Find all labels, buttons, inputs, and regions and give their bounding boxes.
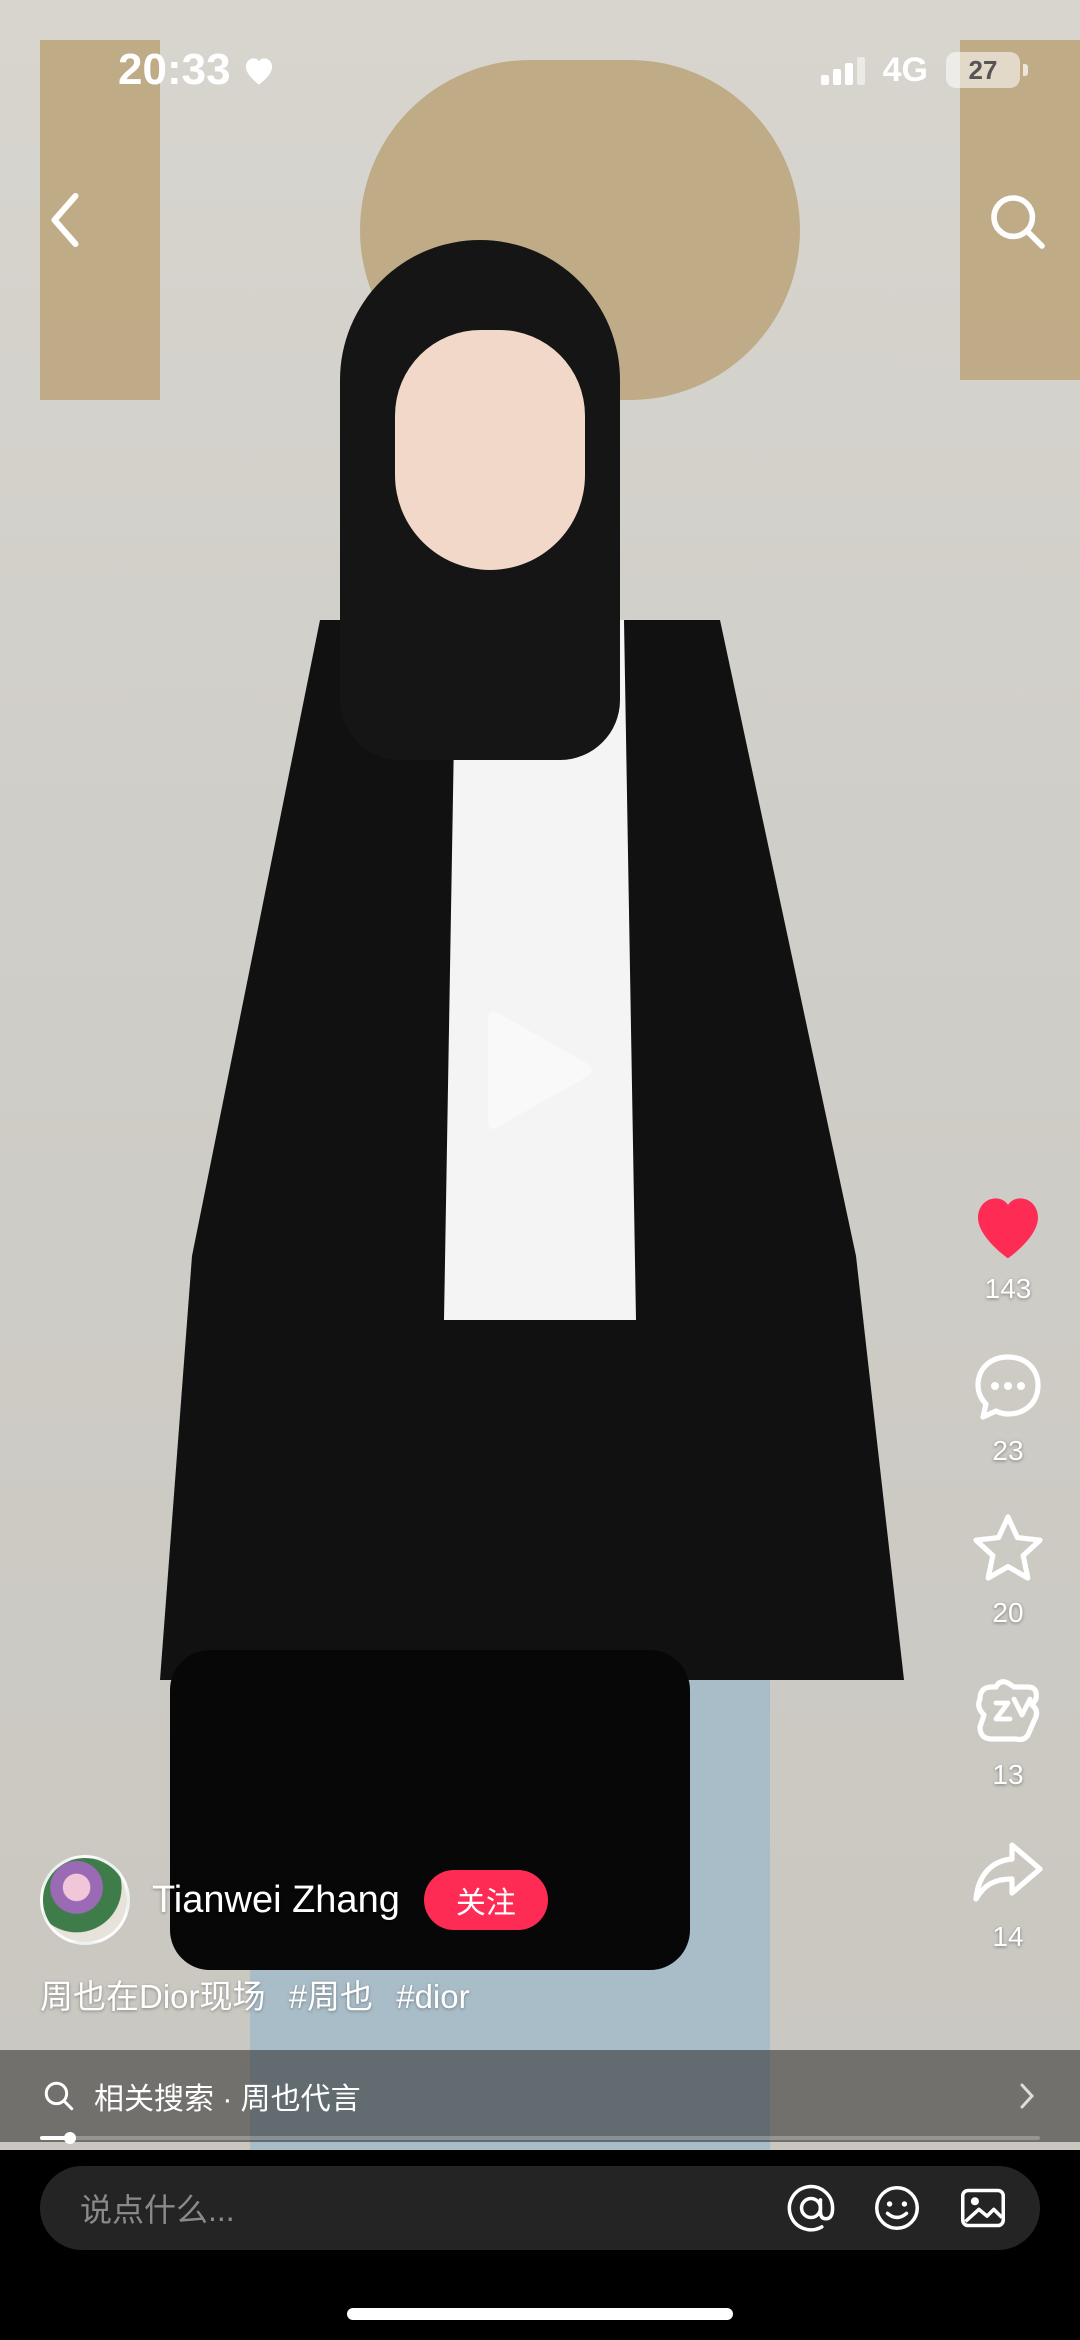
repost-icon: [976, 1679, 1040, 1743]
at-mention-icon[interactable]: [784, 2181, 838, 2235]
video-screen: 20:33 4G 27 143 23 20 13 14 Tianwei Zhan…: [0, 0, 1080, 2340]
author-name[interactable]: Tianwei Zhang: [152, 1879, 400, 1922]
action-bar: 143 23 20 13 14: [958, 1185, 1058, 1995]
home-indicator[interactable]: [347, 2308, 733, 2320]
comment-button[interactable]: 23: [968, 1347, 1048, 1467]
comment-area: 说点什么...: [0, 2150, 1080, 2340]
related-search-bar[interactable]: 相关搜索 · 周也代言: [0, 2050, 1080, 2142]
back-icon[interactable]: [40, 190, 90, 250]
clock: 20:33: [118, 45, 231, 94]
caption-text: 周也在Dior现场: [40, 1978, 266, 2015]
share-count: 14: [992, 1921, 1024, 1952]
image-icon[interactable]: [956, 2181, 1010, 2235]
comment-tools: [784, 2181, 1010, 2235]
comment-count: 23: [992, 1435, 1024, 1466]
video-progress-knob[interactable]: [64, 2132, 76, 2144]
emoji-icon[interactable]: [870, 2181, 924, 2235]
avatar[interactable]: [40, 1855, 130, 1945]
follow-button[interactable]: 关注: [423, 1870, 548, 1930]
comment-icon: [975, 1354, 1041, 1420]
search-icon: [44, 2081, 74, 2111]
like-button[interactable]: 143: [968, 1185, 1048, 1305]
status-time: 20:33: [118, 45, 277, 95]
battery-level: 27: [968, 54, 998, 85]
person-face: [395, 330, 585, 570]
star-icon: [973, 1514, 1043, 1581]
repost-button[interactable]: 13: [968, 1671, 1048, 1791]
chevron-right-icon: [1020, 2083, 1035, 2109]
video-progress-bar[interactable]: [40, 2132, 1040, 2144]
status-bar: 20:33 4G 27: [0, 0, 1080, 140]
heart-status-icon: [245, 58, 272, 85]
heart-icon: [978, 1198, 1038, 1259]
hashtag-link[interactable]: #dior: [396, 1978, 469, 2015]
battery-icon: 27: [946, 52, 1028, 88]
comment-placeholder: 说点什么...: [80, 2192, 235, 2228]
share-button[interactable]: 14: [968, 1833, 1048, 1953]
repost-count: 13: [992, 1759, 1024, 1790]
favorite-count: 20: [992, 1597, 1024, 1628]
like-count: 143: [984, 1273, 1032, 1304]
network-type: 4G: [882, 50, 928, 89]
video-caption: 周也在Dior现场 #周也 #dior: [40, 1970, 470, 2018]
search-icon[interactable]: [986, 190, 1050, 254]
related-search-label: 相关搜索 · 周也代言: [94, 2083, 361, 2116]
status-right: 4G 27: [820, 50, 1028, 90]
signal-icon: [820, 55, 865, 85]
favorite-button[interactable]: 20: [968, 1509, 1048, 1629]
author-row: Tianwei Zhang 关注: [40, 1855, 548, 1945]
play-icon[interactable]: [480, 1000, 600, 1140]
hashtag-link[interactable]: #周也: [289, 1978, 373, 2015]
comment-input[interactable]: 说点什么...: [40, 2166, 1040, 2250]
share-arrow-icon: [973, 1842, 1043, 1902]
